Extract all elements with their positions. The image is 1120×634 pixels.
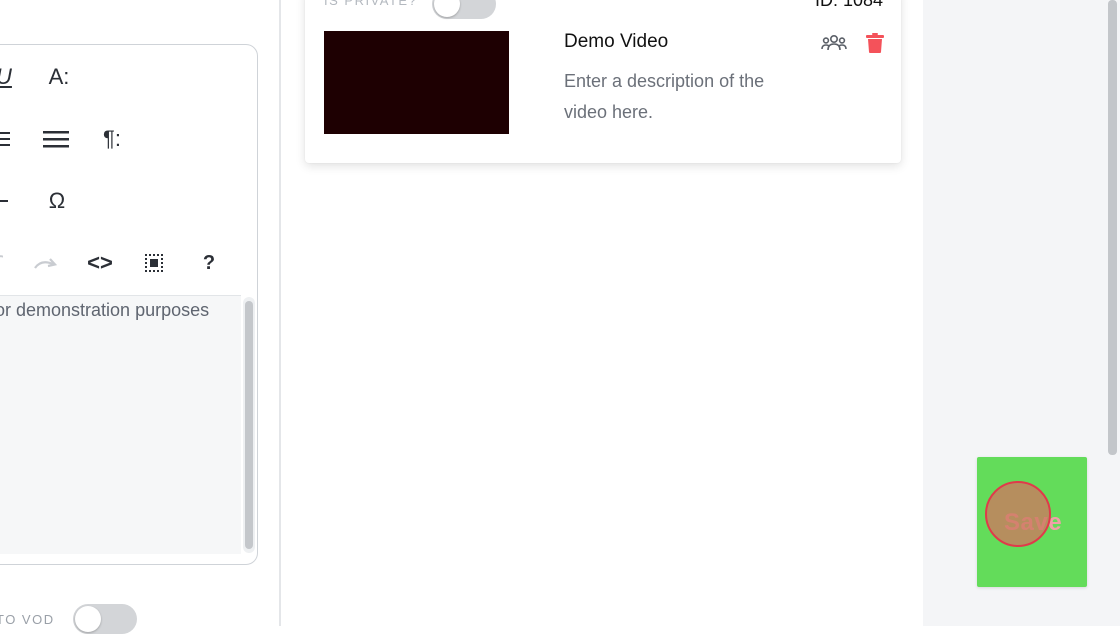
code-view-button[interactable]: <> [85, 248, 115, 278]
page-scrollbar[interactable] [1105, 0, 1120, 626]
is-private-label: IS PRIVATE? [324, 0, 418, 8]
users-icon [821, 34, 847, 51]
rich-text-editor: U A: ¶: Ω ↶ <> [0, 44, 258, 565]
save-button-label: Save [1004, 509, 1063, 536]
video-card: IS PRIVATE? ID: 1084 Demo Video Enter a … [305, 0, 901, 163]
undo-button[interactable]: ↶ [0, 248, 3, 278]
fullscreen-icon [145, 254, 163, 272]
redo-button[interactable] [31, 248, 61, 278]
editor-content-text: or demonstration purposes [0, 300, 210, 320]
trash-icon [866, 33, 884, 53]
horizontal-rule-button[interactable] [0, 186, 9, 216]
font-size-button[interactable]: A: [41, 62, 77, 92]
page-scrollbar-thumb[interactable] [1108, 0, 1117, 455]
vod-toggle-label: TO VOD [0, 612, 55, 627]
is-private-toggle[interactable] [432, 0, 496, 19]
editor-content-area[interactable]: or demonstration purposes [0, 295, 241, 554]
is-private-toggle-knob [434, 0, 460, 17]
manage-access-button[interactable] [821, 30, 847, 56]
video-id: ID: 1084 [814, 0, 883, 10]
delete-video-button[interactable] [862, 30, 888, 56]
editor-scrollbar-thumb[interactable] [245, 301, 253, 549]
vod-toggle[interactable] [73, 604, 137, 634]
video-thumbnail[interactable] [324, 31, 509, 134]
help-button[interactable]: ? [199, 248, 219, 278]
fullscreen-button[interactable] [143, 248, 165, 278]
redo-icon [34, 258, 58, 269]
video-title[interactable]: Demo Video [564, 31, 668, 53]
align-right-button[interactable] [0, 124, 11, 154]
align-justify-button[interactable] [41, 124, 71, 154]
horizontal-rule-icon [0, 200, 8, 202]
video-description[interactable]: Enter a description of the video here. [564, 66, 804, 128]
vod-toggle-knob [75, 606, 101, 632]
paragraph-format-button[interactable]: ¶: [95, 124, 129, 154]
special-characters-button[interactable]: Ω [43, 186, 71, 216]
panel-divider [279, 0, 281, 626]
align-right-icon [0, 132, 10, 146]
editor-scrollbar[interactable] [243, 297, 255, 553]
underline-button[interactable]: U [0, 62, 13, 92]
save-button[interactable]: Save [977, 457, 1087, 587]
undo-icon: ↶ [0, 250, 3, 276]
align-justify-icon [43, 131, 69, 148]
